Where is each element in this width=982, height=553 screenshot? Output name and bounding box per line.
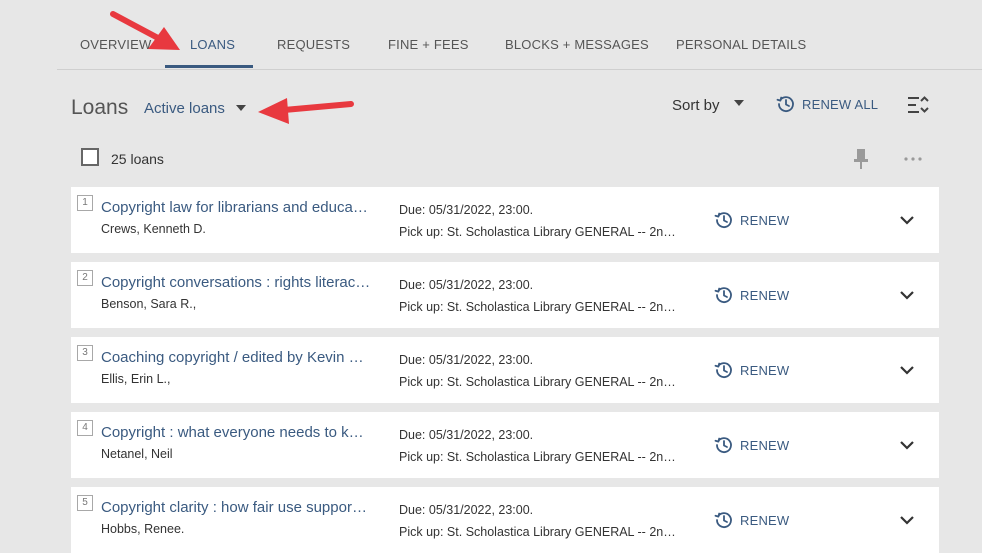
pin-icon[interactable] xyxy=(853,148,869,170)
renew-label: RENEW xyxy=(740,437,790,453)
loan-title-link[interactable]: Copyright clarity : how fair use support… xyxy=(101,499,371,516)
loan-number: 2 xyxy=(77,270,93,286)
renew-label: RENEW xyxy=(740,212,790,228)
clock-renew-icon xyxy=(714,212,732,228)
tab-loans[interactable]: LOANS xyxy=(190,37,235,52)
annotation-arrow-filter xyxy=(258,98,354,124)
tab-blocks-messages[interactable]: BLOCKS + MESSAGES xyxy=(505,37,649,52)
loan-due-date: Due: 05/31/2022, 23:00. xyxy=(399,503,534,517)
tab-fine-fees[interactable]: FINE + FEES xyxy=(388,37,469,52)
loan-row: 2 Copyright conversations : rights liter… xyxy=(71,262,939,328)
clock-renew-icon xyxy=(776,96,794,112)
loan-row: 3 Coaching copyright / edited by Kevin S… xyxy=(71,337,939,403)
tab-requests[interactable]: REQUESTS xyxy=(277,37,350,52)
loan-due-date: Due: 05/31/2022, 23:00. xyxy=(399,278,534,292)
tab-personal-details[interactable]: PERSONAL DETAILS xyxy=(676,37,806,52)
renew-label: RENEW xyxy=(740,512,790,528)
ellipsis-icon[interactable] xyxy=(903,156,923,162)
tab-overview[interactable]: OVERVIEW xyxy=(80,37,151,52)
loan-pickup-location: Pick up: St. Scholastica Library GENERAL… xyxy=(399,300,677,314)
renew-label: RENEW xyxy=(740,287,790,303)
renew-button[interactable]: RENEW xyxy=(714,359,789,381)
loan-due-date: Due: 05/31/2022, 23:00. xyxy=(399,203,534,217)
chevron-down-icon[interactable] xyxy=(899,289,915,301)
loan-author: Ellis, Erin L., xyxy=(101,372,171,386)
loan-number: 5 xyxy=(77,495,93,511)
loan-pickup-location: Pick up: St. Scholastica Library GENERAL… xyxy=(399,375,677,389)
loan-title-link[interactable]: Coaching copyright / edited by Kevin Smi… xyxy=(101,349,371,366)
loan-author: Hobbs, Renee. xyxy=(101,522,185,536)
loan-due-date: Due: 05/31/2022, 23:00. xyxy=(399,353,534,367)
loan-title-link[interactable]: Copyright conversations : rights literac… xyxy=(101,274,371,291)
loan-row: 5 Copyright clarity : how fair use suppo… xyxy=(71,487,939,553)
renew-button[interactable]: RENEW xyxy=(714,434,789,456)
loan-row: 1 Copyright law for librarians and educa… xyxy=(71,187,939,253)
loan-number: 3 xyxy=(77,345,93,361)
filter-caret-icon[interactable] xyxy=(236,105,246,111)
clock-renew-icon xyxy=(714,287,732,303)
loan-row: 4 Copyright : what everyone needs to kno… xyxy=(71,412,939,478)
sort-by-select[interactable]: Sort by xyxy=(672,97,720,114)
chevron-down-icon[interactable] xyxy=(899,364,915,376)
list-options-icon[interactable] xyxy=(906,94,930,116)
loan-author: Crews, Kenneth D. xyxy=(101,222,206,236)
loans-count: 25 loans xyxy=(111,151,164,167)
loan-number: 4 xyxy=(77,420,93,436)
clock-renew-icon xyxy=(714,512,732,528)
sort-caret-icon[interactable] xyxy=(734,100,744,106)
loan-pickup-location: Pick up: St. Scholastica Library GENERAL… xyxy=(399,525,677,539)
renew-all-label: RENEW ALL xyxy=(802,96,879,112)
tab-bar: OVERVIEW LOANS REQUESTS FINE + FEES BLOC… xyxy=(57,0,982,70)
renew-button[interactable]: RENEW xyxy=(714,509,789,531)
loan-filter-select[interactable]: Active loans xyxy=(144,100,225,117)
loan-pickup-location: Pick up: St. Scholastica Library GENERAL… xyxy=(399,450,677,464)
loan-due-date: Due: 05/31/2022, 23:00. xyxy=(399,428,534,442)
loan-title-link[interactable]: Copyright : what everyone needs to know xyxy=(101,424,371,441)
loan-pickup-location: Pick up: St. Scholastica Library GENERAL… xyxy=(399,225,677,239)
renew-button[interactable]: RENEW xyxy=(714,209,789,231)
renew-all-button[interactable]: RENEW ALL xyxy=(776,93,878,115)
chevron-down-icon[interactable] xyxy=(899,514,915,526)
renew-button[interactable]: RENEW xyxy=(714,284,789,306)
renew-label: RENEW xyxy=(740,362,790,378)
loan-author: Benson, Sara R., xyxy=(101,297,197,311)
select-all-checkbox[interactable] xyxy=(81,148,99,166)
active-tab-indicator xyxy=(165,65,253,68)
clock-renew-icon xyxy=(714,437,732,453)
clock-renew-icon xyxy=(714,362,732,378)
page-title: Loans xyxy=(71,96,129,119)
chevron-down-icon[interactable] xyxy=(899,214,915,226)
loan-number: 1 xyxy=(77,195,93,211)
loan-title-link[interactable]: Copyright law for librarians and educato… xyxy=(101,199,371,216)
chevron-down-icon[interactable] xyxy=(899,439,915,451)
loan-author: Netanel, Neil xyxy=(101,447,173,461)
